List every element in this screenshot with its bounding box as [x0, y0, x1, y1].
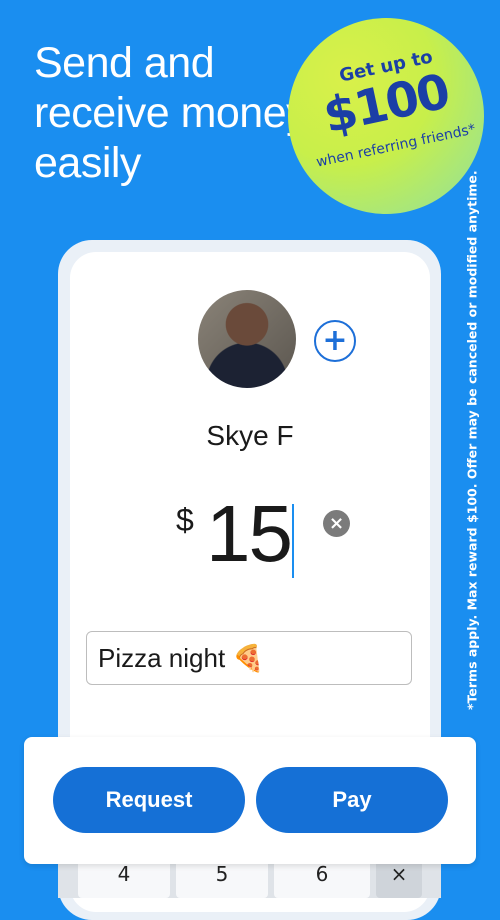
text-cursor — [292, 504, 294, 578]
clear-amount-icon[interactable]: × — [323, 510, 350, 537]
amount-value: 15 — [206, 489, 293, 578]
add-recipient-icon[interactable]: + — [314, 320, 356, 362]
note-field[interactable]: Pizza night 🍕 — [86, 631, 412, 685]
keypad-key[interactable]: 6 — [274, 860, 370, 898]
avatar — [198, 290, 296, 388]
recipient-name: Skye F — [206, 420, 294, 451]
promo-badge: Get up to $100 when referring friends* — [288, 18, 484, 214]
keypad-key[interactable]: × — [376, 860, 422, 898]
request-button[interactable]: Request — [53, 767, 245, 833]
keypad-key[interactable]: 4 — [78, 860, 170, 898]
terms-text: *Terms apply. Max reward $100. Offer may… — [464, 170, 480, 710]
currency-symbol: $ — [176, 502, 194, 538]
pay-button[interactable]: Pay — [256, 767, 448, 833]
keypad-key[interactable]: 5 — [176, 860, 268, 898]
